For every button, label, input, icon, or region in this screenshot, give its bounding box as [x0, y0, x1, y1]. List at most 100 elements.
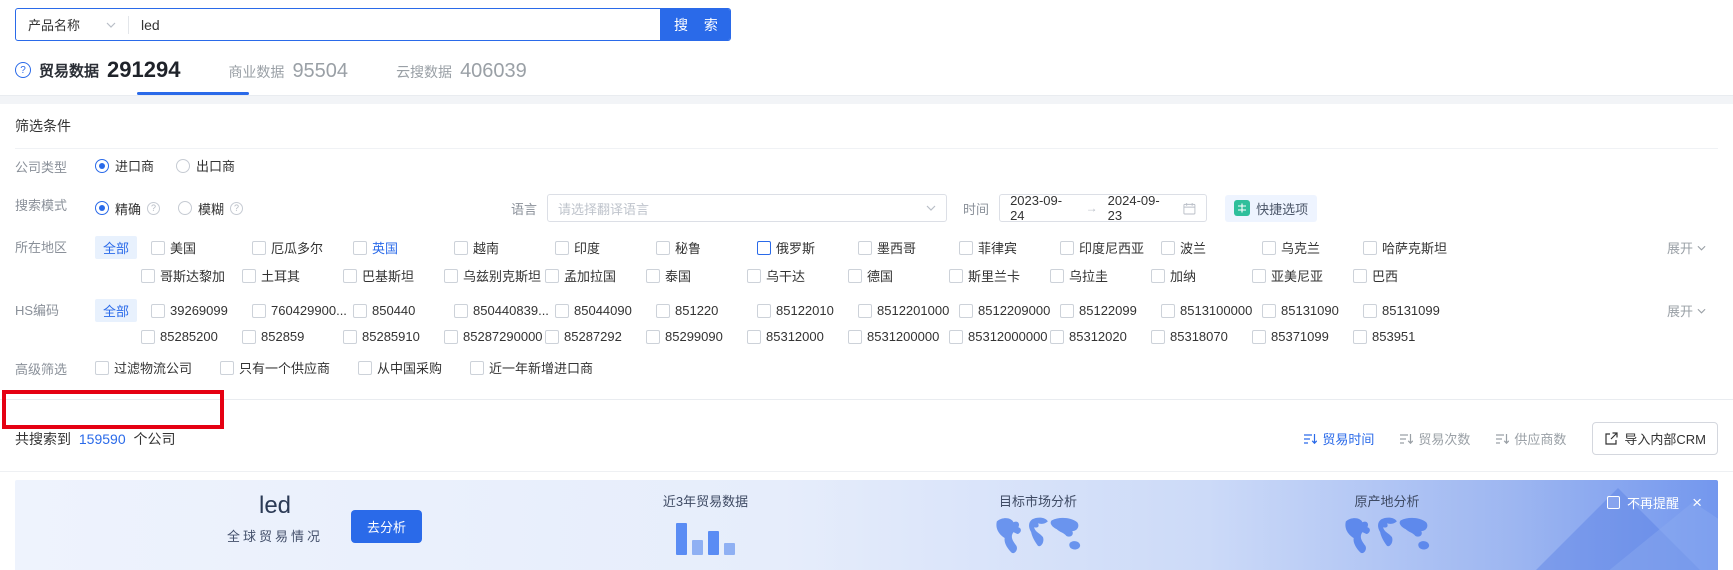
hs-code-checkbox[interactable]: 85131099 [1363, 303, 1464, 318]
hs-code-checkbox[interactable]: 39269099 [151, 303, 252, 318]
sort-trade-count[interactable]: 贸易次数 [1400, 429, 1470, 448]
hs-code-checkbox[interactable]: 850440839... [454, 303, 555, 318]
checkbox-label: 85312000000 [968, 329, 1048, 344]
region-checkbox[interactable]: 乌拉圭 [1050, 266, 1151, 285]
radio-importer[interactable]: 进口商 [95, 156, 154, 175]
radio-exact[interactable]: 精确 [95, 199, 141, 218]
hs-code-checkbox[interactable]: 852859 [242, 329, 343, 344]
region-checkbox[interactable]: 秘鲁 [656, 238, 757, 257]
info-icon[interactable]: ? [230, 201, 244, 215]
import-crm-button[interactable]: 导入内部CRM [1592, 422, 1718, 455]
checkbox-icon [141, 329, 155, 344]
analyze-button[interactable]: 去分析 [351, 510, 423, 543]
tab-business-data[interactable]: 商业数据 95504 [228, 60, 348, 83]
radio-exporter[interactable]: 出口商 [176, 156, 235, 175]
hs-code-checkbox[interactable]: 85131090 [1262, 303, 1363, 318]
search-category-select[interactable]: 产品名称 [16, 9, 128, 40]
advanced-checkbox[interactable]: 近一年新增进口商 [470, 358, 593, 377]
hs-code-checkbox[interactable]: 85299090 [646, 329, 747, 344]
region-checkbox[interactable]: 亚美尼亚 [1252, 266, 1353, 285]
region-checkbox[interactable]: 加纳 [1151, 266, 1252, 285]
checkbox-icon [545, 329, 559, 344]
question-circle-icon[interactable]: ? [15, 62, 31, 78]
region-checkbox[interactable]: 哈萨克斯坦 [1363, 238, 1464, 257]
checkbox-icon [470, 360, 485, 375]
region-checkbox[interactable]: 德国 [848, 266, 949, 285]
hs-all-chip[interactable]: 全部 [95, 299, 138, 322]
region-all-chip[interactable]: 全部 [95, 236, 138, 259]
language-select[interactable]: 请选择翻译语言 [547, 194, 948, 222]
region-checkbox[interactable]: 斯里兰卡 [949, 266, 1050, 285]
hs-code-checkbox[interactable]: 85312000 [747, 329, 848, 344]
region-checkbox[interactable]: 印度尼西亚 [1060, 238, 1161, 257]
results-bar: 共搜索到 159590 个公司 贸易时间 贸易次数 供应商数 导入内部CRM [0, 400, 1733, 472]
region-checkbox[interactable]: 波兰 [1161, 238, 1262, 257]
sort-trade-time[interactable]: 贸易时间 [1304, 429, 1374, 448]
region-checkbox[interactable]: 印度 [555, 238, 656, 257]
date-range-picker[interactable]: 2023-09-24 → 2024-09-23 [999, 193, 1208, 223]
region-checkbox[interactable]: 菲律宾 [959, 238, 1060, 257]
calendar-icon [1183, 202, 1196, 214]
region-checkbox[interactable]: 巴基斯坦 [343, 266, 444, 285]
region-checkbox[interactable]: 越南 [454, 238, 555, 257]
checkbox-label: 哥斯达黎加 [160, 269, 226, 284]
region-checkbox[interactable]: 泰国 [646, 266, 747, 285]
hs-code-checkbox[interactable]: 85318070 [1151, 329, 1252, 344]
checkbox-label: 乌克兰 [1281, 241, 1321, 256]
hs-code-checkbox[interactable]: 85122099 [1060, 303, 1161, 318]
radio-fuzzy[interactable]: 模糊 [178, 199, 224, 218]
region-checkbox[interactable]: 墨西哥 [858, 238, 959, 257]
hs-code-checkbox[interactable]: 85312000000 [949, 329, 1050, 344]
hs-code-checkbox[interactable]: 850440 [353, 303, 454, 318]
hs-code-checkbox[interactable]: 851220 [656, 303, 757, 318]
region-checkbox[interactable]: 巴西 [1353, 266, 1454, 285]
hs-code-checkbox[interactable]: 85287290000 [444, 329, 545, 344]
hs-code-checkbox[interactable]: 85285200 [141, 329, 242, 344]
hs-code-checkbox[interactable]: 8513100000 [1161, 303, 1262, 318]
hs-code-checkbox[interactable]: 8512209000 [959, 303, 1060, 318]
checkbox-icon [1151, 329, 1165, 344]
close-icon[interactable]: × [1692, 494, 1702, 511]
card-trade-data-3y: 近3年贸易数据 [633, 491, 778, 555]
info-icon[interactable]: ? [147, 201, 161, 215]
checkbox-label: 印度尼西亚 [1079, 241, 1145, 256]
hs-code-checkbox[interactable]: 85285910 [343, 329, 444, 344]
hs-code-checkbox[interactable]: 85371099 [1252, 329, 1353, 344]
search-button[interactable]: 搜 索 [660, 9, 730, 40]
dismiss-checkbox[interactable] [1607, 496, 1621, 509]
advanced-checkbox[interactable]: 过滤物流公司 [95, 358, 192, 377]
region-checkbox[interactable]: 英国 [353, 238, 454, 257]
checkbox-label: 8513100000 [1180, 303, 1253, 318]
hs-code-checkbox[interactable]: 8512201000 [858, 303, 959, 318]
region-checkbox[interactable]: 乌克兰 [1262, 238, 1363, 257]
tab-trade-data[interactable]: ? 贸易数据 291294 [15, 57, 250, 95]
region-checkbox[interactable]: 孟加拉国 [545, 266, 646, 285]
region-checkbox[interactable]: 哥斯达黎加 [141, 266, 242, 285]
checkbox-icon [1363, 303, 1378, 318]
region-checkbox[interactable]: 土耳其 [242, 266, 343, 285]
hs-code-checkbox[interactable]: 85122010 [757, 303, 858, 318]
hs-code-checkbox[interactable]: 760429900... [252, 303, 353, 318]
hs-code-checkbox[interactable]: 85287292 [545, 329, 646, 344]
tab-cloud-search-data[interactable]: 云搜数据 406039 [396, 60, 527, 83]
region-checkbox[interactable]: 乌兹别克斯坦 [444, 266, 545, 285]
world-map-icon [1345, 517, 1430, 554]
hs-expand-link[interactable]: 展开 [1667, 301, 1718, 320]
hs-code-checkbox[interactable]: 8531200000 [848, 329, 949, 344]
results-count[interactable]: 159590 [79, 431, 126, 447]
checkbox-label: 85285200 [160, 329, 218, 344]
region-checkbox[interactable]: 乌干达 [747, 266, 848, 285]
hs-code-checkbox[interactable]: 85312020 [1050, 329, 1151, 344]
search-input[interactable] [129, 9, 660, 40]
region-expand-link[interactable]: 展开 [1667, 238, 1718, 257]
sort-supplier-count[interactable]: 供应商数 [1496, 429, 1566, 448]
quick-options-button[interactable]: 快捷选项 [1225, 194, 1318, 222]
region-checkbox[interactable]: 俄罗斯 [757, 238, 858, 257]
hs-code-checkbox[interactable]: 853951 [1353, 329, 1454, 344]
advanced-checkbox[interactable]: 从中国采购 [358, 358, 442, 377]
checkbox-label: 853951 [1372, 329, 1416, 344]
region-checkbox[interactable]: 厄瓜多尔 [252, 238, 353, 257]
advanced-checkbox[interactable]: 只有一个供应商 [220, 358, 330, 377]
region-checkbox[interactable]: 美国 [151, 238, 252, 257]
hs-code-checkbox[interactable]: 85044090 [555, 303, 656, 318]
